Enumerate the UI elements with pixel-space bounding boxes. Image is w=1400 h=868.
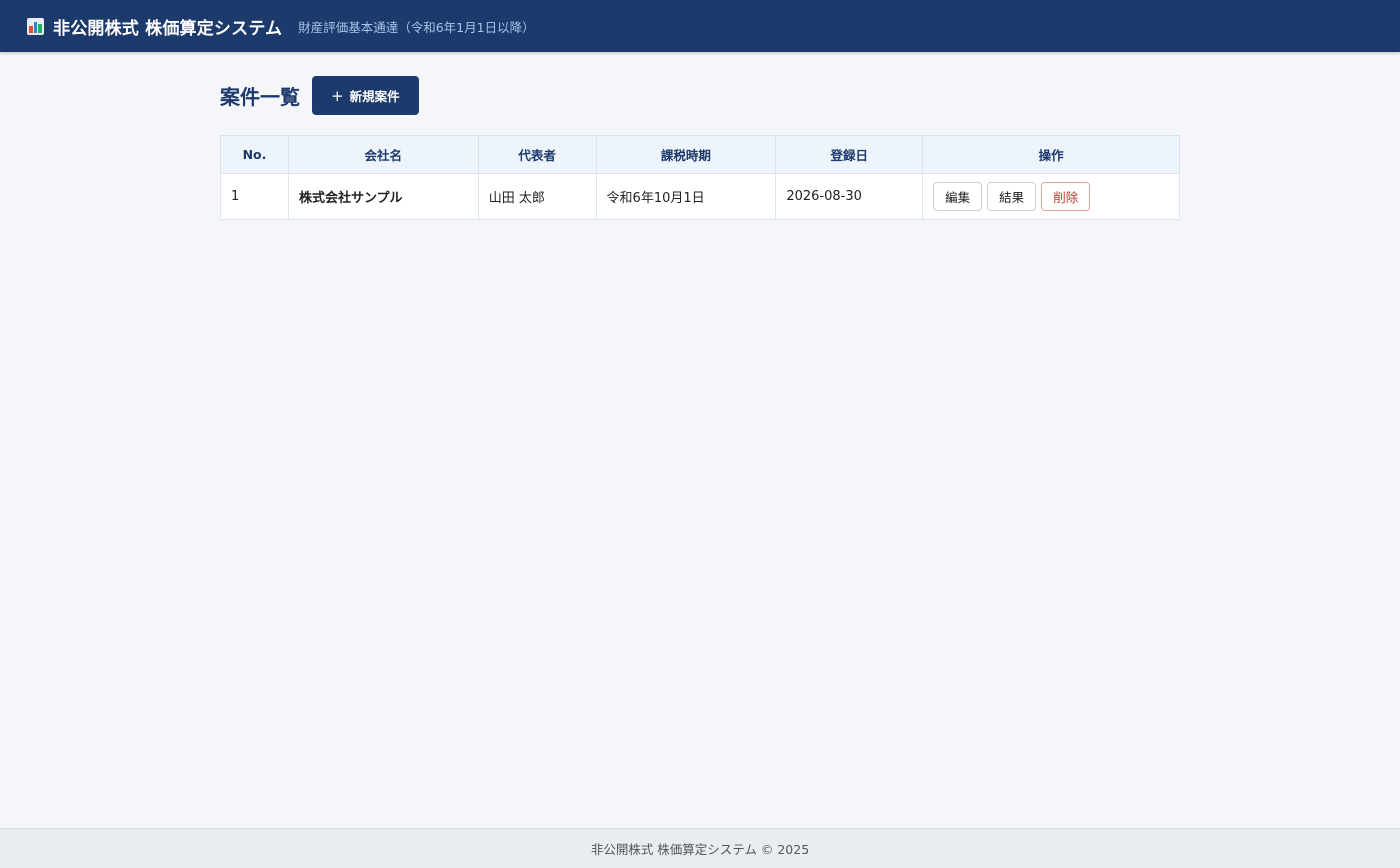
footer: 非公開株式 株価算定システム © 2025 xyxy=(0,828,1400,868)
bar-chart-icon xyxy=(27,17,44,35)
cell-actions: 編集 結果 削除 xyxy=(922,173,1180,220)
result-button[interactable]: 結果 xyxy=(987,182,1037,211)
table-row: 1 株式会社サンプル 山田 太郎 令和6年10月1日 2026-08-30 編集… xyxy=(220,173,1180,220)
column-header-company: 会社名 xyxy=(287,135,479,174)
action-buttons: 編集 結果 削除 xyxy=(933,175,1169,219)
footer-text: 非公開株式 株価算定システム © 2025 xyxy=(590,842,810,857)
cell-representative: 山田 太郎 xyxy=(477,173,597,220)
column-header-representative: 代表者 xyxy=(477,135,597,174)
app-title: 非公開株式 株価算定システム xyxy=(53,18,283,39)
app-header: 非公開株式 株価算定システム 財産評価基本通達（令和6年1月1日以降） xyxy=(0,0,1400,52)
main-content: 案件一覧 + 新規案件 No. 会社名 代表者 課税時期 登録日 操作 1 株式… xyxy=(220,76,1180,220)
cell-tax-date: 令和6年10月1日 xyxy=(595,173,777,220)
new-case-button[interactable]: + 新規案件 xyxy=(312,76,419,115)
title-row: 案件一覧 + 新規案件 xyxy=(220,76,1180,115)
cell-company: 株式会社サンプル xyxy=(287,173,479,220)
cell-no: 1 xyxy=(220,173,289,220)
column-header-registered: 登録日 xyxy=(775,135,924,174)
case-table: No. 会社名 代表者 課税時期 登録日 操作 1 株式会社サンプル 山田 太郎… xyxy=(220,135,1180,220)
cell-registered: 2026-08-30 xyxy=(775,173,924,220)
table-header-row: No. 会社名 代表者 課税時期 登録日 操作 xyxy=(220,135,1180,174)
app-subtitle: 財産評価基本通達（令和6年1月1日以降） xyxy=(298,19,535,35)
page-title: 案件一覧 xyxy=(220,85,300,109)
edit-button[interactable]: 編集 xyxy=(933,182,983,211)
plus-icon: + xyxy=(331,86,344,105)
new-case-label: 新規案件 xyxy=(349,89,400,104)
column-header-actions: 操作 xyxy=(922,135,1180,174)
column-header-no: No. xyxy=(220,135,289,174)
column-header-tax-date: 課税時期 xyxy=(595,135,777,174)
delete-button[interactable]: 削除 xyxy=(1041,182,1091,211)
